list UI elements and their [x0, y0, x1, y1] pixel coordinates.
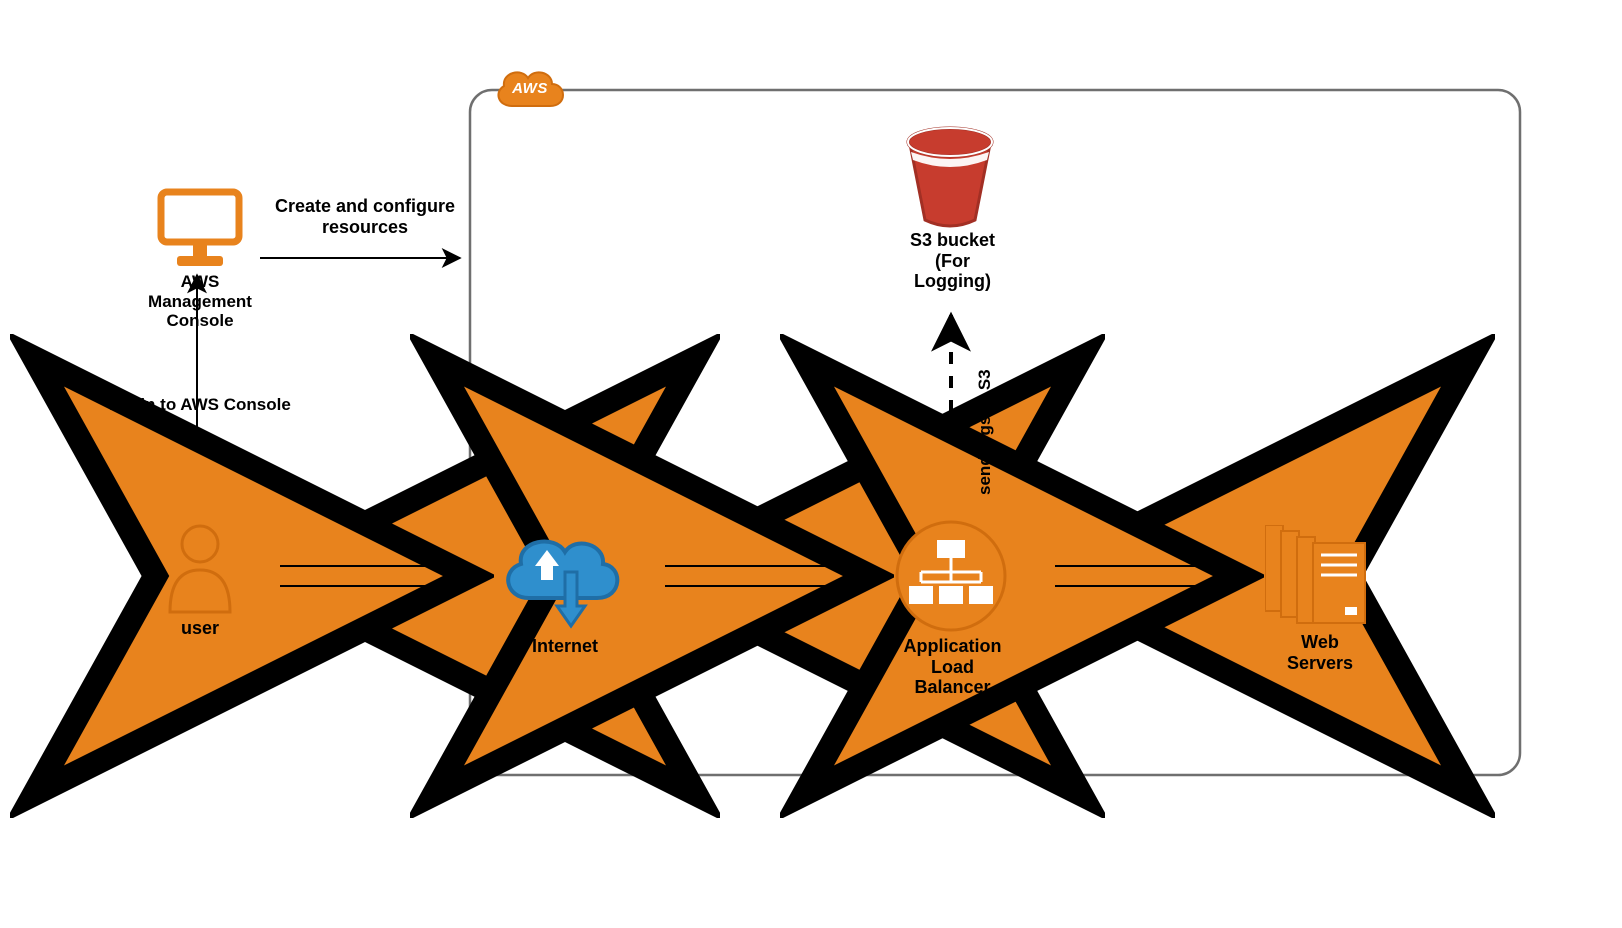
s3-bucket-icon [895, 120, 1005, 230]
console-label: AWS Management Console [130, 272, 270, 331]
web-servers-label: Web Servers [1260, 632, 1380, 673]
diagram-canvas [0, 0, 1622, 928]
edge-internet-alb [645, 566, 870, 586]
user-icon [160, 520, 240, 615]
web-servers-icon [1265, 525, 1375, 630]
edge-alb-web [1035, 566, 1240, 586]
user-label: user [150, 618, 250, 639]
internet-label: Internet [505, 636, 625, 657]
s3-bucket-label: S3 bucket (For Logging) [885, 230, 1020, 292]
console-icon [155, 188, 245, 270]
aws-cloud-badge: AWS [490, 62, 570, 123]
alb-label: Application Load Balancer [890, 636, 1015, 698]
edge-login-label: Login to AWS Console [95, 395, 305, 415]
edge-create-label: Create and configure resources [255, 196, 475, 237]
internet-icon [495, 528, 625, 638]
alb-icon [895, 520, 1007, 632]
aws-cloud-badge-text: AWS [490, 80, 570, 97]
edge-user-internet [260, 566, 470, 586]
edge-send-logs-label: send logs to S3 [975, 369, 995, 495]
